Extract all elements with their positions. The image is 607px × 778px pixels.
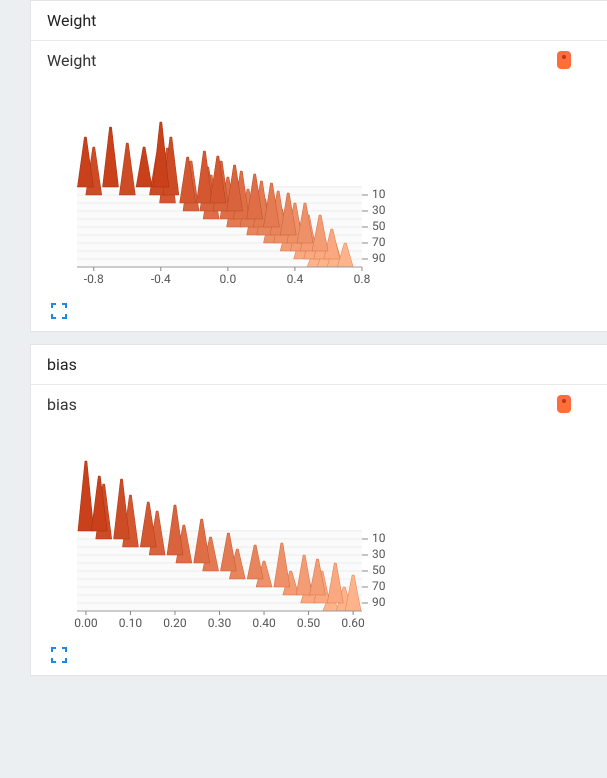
svg-text:0.0: 0.0 (220, 272, 237, 286)
panel-body: Weight 10 30 50 70 90 -0.8 -0.4 0.0 0.4 0.8 (31, 41, 607, 331)
svg-text:0.60: 0.60 (341, 616, 365, 630)
svg-text:0.4: 0.4 (287, 272, 304, 286)
panel-bias: bias bias 10 30 50 70 90 0.00 0.10 0.20 0.30 0.40… (30, 344, 607, 676)
panel-weight: Weight Weight 10 30 50 70 90 -0.8 -0.4 0.0 0.4 0.… (30, 0, 607, 332)
svg-text:10: 10 (372, 531, 386, 545)
panel-header[interactable]: Weight (31, 1, 607, 41)
pin-icon[interactable] (557, 51, 571, 69)
svg-text:0.30: 0.30 (208, 616, 232, 630)
svg-text:0.20: 0.20 (163, 616, 187, 630)
chart-title: Weight (47, 51, 96, 70)
svg-text:-0.8: -0.8 (84, 272, 104, 286)
svg-text:0.00: 0.00 (74, 616, 98, 630)
svg-text:70: 70 (372, 579, 386, 593)
section-title: bias (47, 355, 77, 374)
expand-icon[interactable] (51, 303, 67, 319)
chart-title-row: Weight (47, 51, 591, 70)
svg-text:0.50: 0.50 (297, 616, 321, 630)
svg-text:90: 90 (372, 595, 386, 609)
svg-text:70: 70 (372, 235, 386, 249)
chart-area-bias: 10 30 50 70 90 0.00 0.10 0.20 0.30 0.40 0.50 0.60 (57, 426, 417, 641)
svg-text:50: 50 (372, 219, 386, 233)
svg-text:50: 50 (372, 563, 386, 577)
svg-text:0.40: 0.40 (252, 616, 276, 630)
chart-title: bias (47, 395, 77, 414)
svg-text:0.8: 0.8 (354, 272, 371, 286)
svg-text:30: 30 (372, 547, 386, 561)
svg-text:-0.4: -0.4 (151, 272, 171, 286)
pin-icon[interactable] (557, 395, 571, 413)
histogram-ridge-chart: 10 30 50 70 90 0.00 0.10 0.20 0.30 0.40 0.50 0.60 (57, 426, 417, 641)
panel-header[interactable]: bias (31, 345, 607, 385)
expand-icon[interactable] (51, 647, 67, 663)
svg-text:30: 30 (372, 203, 386, 217)
chart-area-weight: 10 30 50 70 90 -0.8 -0.4 0.0 0.4 0.8 (57, 82, 417, 297)
histogram-ridge-chart: 10 30 50 70 90 -0.8 -0.4 0.0 0.4 0.8 (57, 82, 417, 297)
svg-text:10: 10 (372, 187, 386, 201)
panel-body: bias 10 30 50 70 90 0.00 0.10 0.20 0.30 0.40 0.50 0… (31, 385, 607, 675)
section-title: Weight (47, 11, 96, 30)
svg-text:90: 90 (372, 251, 386, 265)
chart-title-row: bias (47, 395, 591, 414)
svg-text:0.10: 0.10 (119, 616, 143, 630)
